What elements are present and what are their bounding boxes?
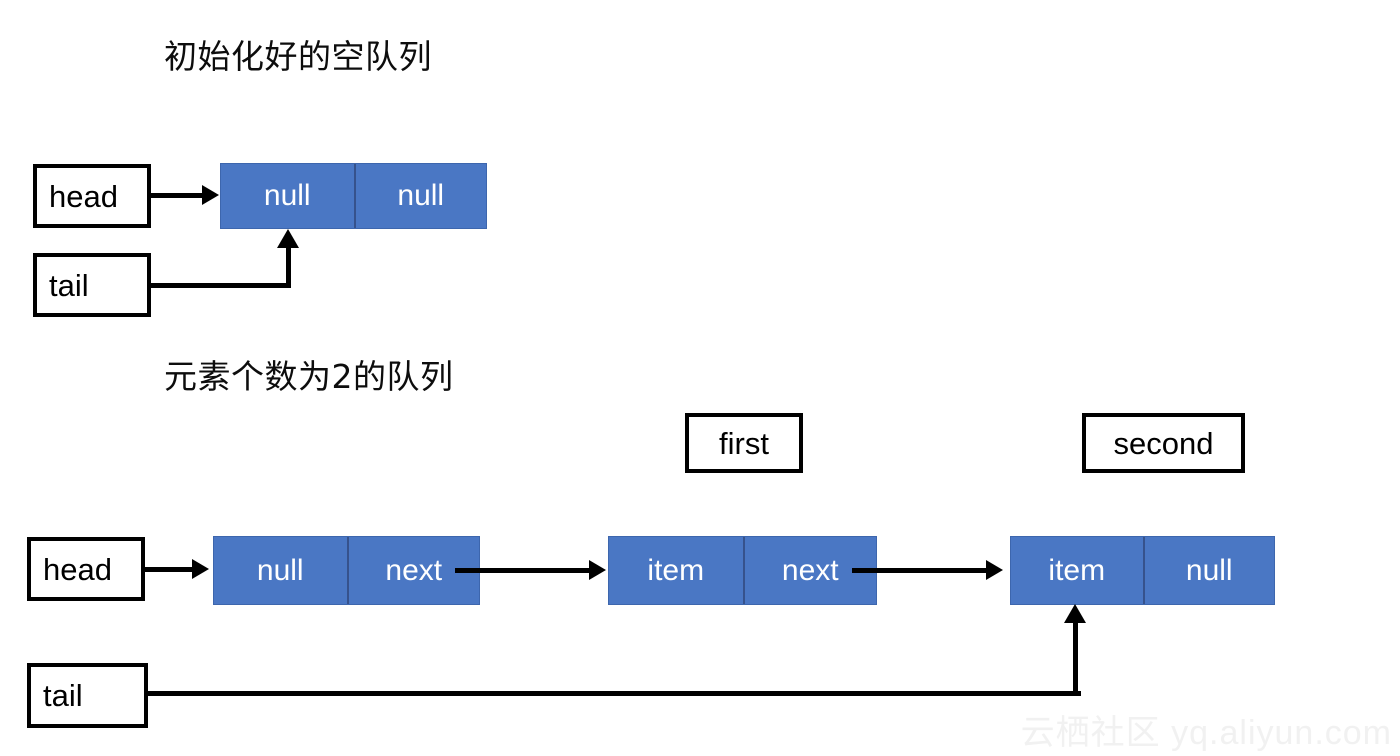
pointer-box-head-1: head: [33, 164, 151, 228]
connector-head-2-line: [145, 567, 195, 572]
pointer-box-second: second: [1082, 413, 1245, 473]
arrowhead-head-1: [202, 185, 219, 205]
list-node-2: item null: [1010, 536, 1275, 605]
section-title-empty-queue: 初始化好的空队列: [164, 37, 432, 76]
pointer-label: head: [49, 178, 118, 214]
node-cell-item: null: [221, 164, 354, 228]
connector-node1-node2-line: [852, 568, 990, 573]
pointer-box-tail-2: tail: [27, 663, 148, 728]
node-cell-next: null: [353, 164, 486, 228]
connector-node0-node1-line: [455, 568, 593, 573]
node-cell-next: null: [1142, 537, 1274, 604]
connector-tail-1-horizontal: [151, 283, 291, 288]
section-title-two-element-queue: 元素个数为2的队列: [164, 357, 454, 396]
pointer-label: first: [719, 425, 769, 461]
node-cell-item: null: [214, 537, 347, 604]
watermark: 云栖社区 yq.aliyun.com: [1021, 705, 1392, 754]
connector-tail-2-horizontal: [148, 691, 1081, 696]
arrowhead-tail-2: [1064, 604, 1086, 623]
arrowhead-node0-node1: [589, 560, 606, 580]
pointer-label: tail: [43, 678, 83, 713]
connector-tail-1-vertical: [286, 247, 291, 288]
arrowhead-tail-1: [277, 229, 299, 248]
list-node-empty-0: null null: [220, 163, 487, 229]
pointer-box-tail-1: tail: [33, 253, 151, 317]
node-cell-item: item: [609, 537, 743, 604]
node-cell-item: item: [1011, 537, 1143, 604]
diagram-canvas: 初始化好的空队列 head null null tail 元素个数为2的队列 f…: [0, 0, 1400, 756]
arrowhead-node1-node2: [986, 560, 1003, 580]
watermark-cjk-text: 云栖社区: [1020, 713, 1161, 753]
list-node-1: item next: [608, 536, 877, 605]
pointer-box-first: first: [685, 413, 803, 473]
arrowhead-head-2: [192, 559, 209, 579]
connector-tail-2-vertical: [1073, 621, 1078, 693]
watermark-domain-text: yq.aliyun.com: [1171, 714, 1392, 752]
list-node-0: null next: [213, 536, 480, 605]
pointer-label: tail: [49, 267, 89, 303]
connector-head-1-line: [151, 193, 206, 198]
pointer-box-head-2: head: [27, 537, 145, 601]
pointer-label: second: [1113, 425, 1214, 461]
pointer-label: head: [43, 551, 112, 587]
